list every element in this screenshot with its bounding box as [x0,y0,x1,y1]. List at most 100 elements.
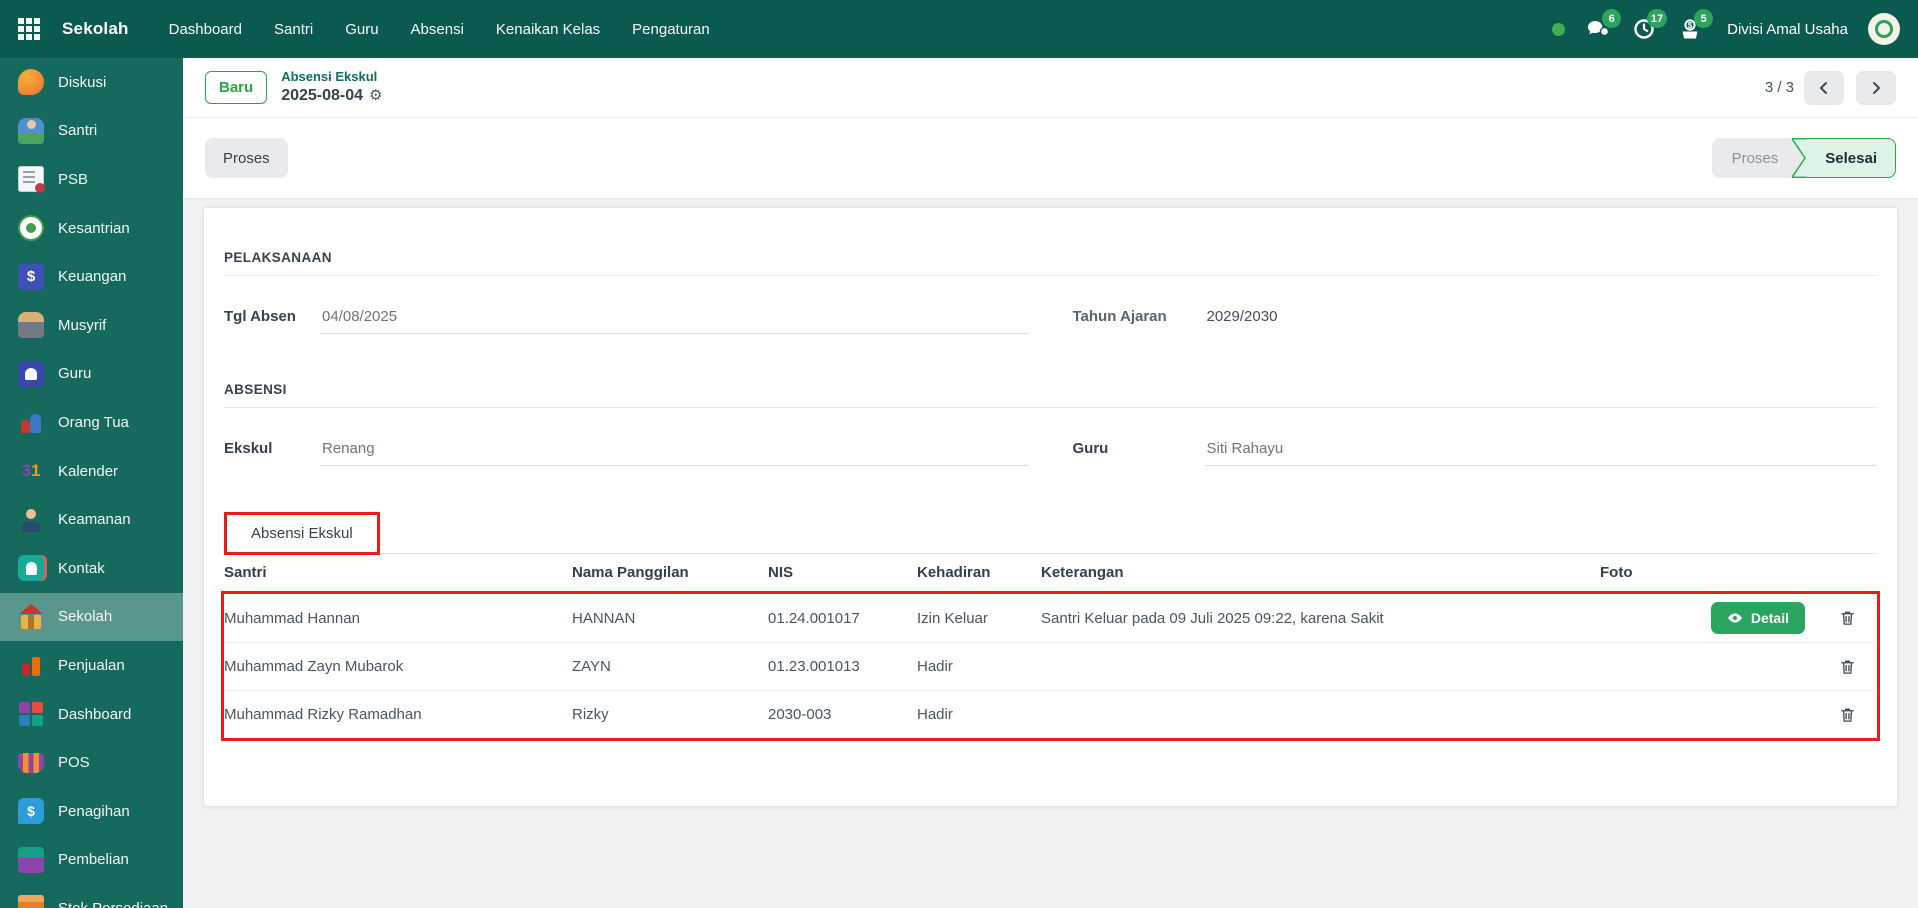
sidebar-item-label: PSB [58,171,88,188]
chat-icon [18,69,44,95]
pager-next-button[interactable] [1856,71,1896,105]
col-nama-panggilan[interactable]: Nama Panggilan [572,564,768,581]
sidebar-item-pos[interactable]: POS [0,738,183,787]
delete-row-button[interactable] [1827,609,1877,627]
ekskul-input[interactable]: Renang [320,438,1029,466]
sidebar-item-label: Keuangan [58,268,126,285]
breadcrumb-model[interactable]: Absensi Ekskul [281,69,382,85]
cell-santri: Muhammad Rizky Ramadhan [224,706,572,723]
menu-dashboard[interactable]: Dashboard [169,21,242,38]
proses-action-button[interactable]: Proses [205,138,288,178]
stage-proses[interactable]: Proses [1712,138,1793,178]
messages-badge: 6 [1602,9,1621,28]
trash-icon [1839,658,1856,676]
mentor-icon [18,312,44,338]
sidebar-item-label: Guru [58,365,91,382]
sidebar-item-orang-tua[interactable]: Orang Tua [0,398,183,447]
col-nis[interactable]: NIS [768,564,917,581]
table-header-row: Santri Nama Panggilan NIS Kehadiran Kete… [224,554,1877,591]
sidebar-item-sekolah[interactable]: Sekolah [0,593,183,642]
new-record-button[interactable]: Baru [205,71,267,104]
menu-guru[interactable]: Guru [345,21,378,38]
detail-button-label: Detail [1751,610,1789,626]
sidebar-item-label: Pembelian [58,851,129,868]
table-row[interactable]: Muhammad Zayn Mubarok ZAYN 01.23.001013 … [224,642,1877,690]
chevron-right-icon [1869,81,1883,95]
chevron-left-icon [1817,81,1831,95]
sidebar-item-keuangan[interactable]: Keuangan [0,252,183,301]
sidebar-item-stok-persediaan[interactable]: Stok Persediaan [0,884,183,908]
sidebar-item-label: Stok Persediaan [58,900,168,908]
sidebar-item-psb[interactable]: PSB [0,155,183,204]
sidebar-item-label: POS [58,754,90,771]
menu-pengaturan[interactable]: Pengaturan [632,21,710,38]
tab-absensi-ekskul[interactable]: Absensi Ekskul [227,515,377,552]
dashboard-tiles-icon [18,701,44,727]
col-santri[interactable]: Santri [224,564,572,581]
sidebar-item-label: Kalender [58,463,118,480]
col-keterangan[interactable]: Keterangan [1041,564,1600,581]
security-icon [18,507,44,533]
sidebar-item-kesantrian[interactable]: Kesantrian [0,204,183,253]
sidebar-item-diskusi[interactable]: Diskusi [0,58,183,107]
cell-kehadiran: Izin Keluar [917,610,1041,627]
cell-kehadiran: Hadir [917,706,1041,723]
sidebar-item-kalender[interactable]: Kalender [0,447,183,496]
form-sheet: PELAKSANAAN Tgl Absen 04/08/2025 Tahun A… [203,207,1898,807]
sidebar-item-label: Diskusi [58,74,106,91]
section-absensi: ABSENSI [224,382,1877,408]
sidebar-item-pembelian[interactable]: Pembelian [0,836,183,885]
apps-grid-icon[interactable] [18,18,40,40]
sidebar-item-label: Penjualan [58,657,125,674]
section-pelaksanaan: PELAKSANAAN [224,250,1877,276]
sidebar-item-label: Dashboard [58,706,131,723]
sidebar-item-dashboard[interactable]: Dashboard [0,690,183,739]
annotation-box-rows: Muhammad Hannan HANNAN 01.24.001017 Izin… [221,591,1880,741]
field-guru: Guru Siti Rahayu [1073,438,1878,466]
finance-icon [18,264,44,290]
school-icon [18,604,44,630]
online-status-dot [1552,23,1565,36]
activities-icon[interactable]: 17 [1631,17,1657,41]
sidebar-item-label: Santri [58,122,97,139]
menu-absensi[interactable]: Absensi [411,21,464,38]
col-kehadiran[interactable]: Kehadiran [917,564,1041,581]
guru-input[interactable]: Siti Rahayu [1205,438,1878,466]
sidebar-item-guru[interactable]: Guru [0,350,183,399]
notebook-tab-strip: Absensi Ekskul [224,512,1877,554]
messages-icon[interactable]: 6 [1585,17,1611,41]
menu-santri[interactable]: Santri [274,21,313,38]
trash-icon [1839,609,1856,627]
sidebar-item-label: Kontak [58,560,105,577]
sidebar-item-musyrif[interactable]: Musyrif [0,301,183,350]
table-row[interactable]: Muhammad Hannan HANNAN 01.24.001017 Izin… [224,594,1877,642]
table-row[interactable]: Muhammad Rizky Ramadhan Rizky 2030-003 H… [224,690,1877,738]
sidebar-item-penjualan[interactable]: Penjualan [0,641,183,690]
gear-icon[interactable] [369,86,382,106]
sidebar-item-penagihan[interactable]: Penagihan [0,787,183,836]
user-menu[interactable]: Divisi Amal Usaha [1727,21,1848,38]
menu-kenaikan-kelas[interactable]: Kenaikan Kelas [496,21,600,38]
delete-row-button[interactable] [1827,658,1877,676]
sheet-area: PELAKSANAAN Tgl Absen 04/08/2025 Tahun A… [183,199,1918,807]
app-brand[interactable]: Sekolah [62,19,129,39]
sidebar-item-label: Penagihan [58,803,130,820]
sidebar-item-santri[interactable]: Santri [0,107,183,156]
sidebar-item-kontak[interactable]: Kontak [0,544,183,593]
cell-keterangan: Santri Keluar pada 09 Juli 2025 09:22, k… [1041,610,1600,627]
stage-selesai-active[interactable]: Selesai [1807,138,1896,178]
cell-nis: 2030-003 [768,706,917,723]
tgl-absen-input[interactable]: 04/08/2025 [320,306,1029,334]
sales-icon[interactable]: $ 5 [1677,17,1703,41]
cell-kehadiran: Hadir [917,658,1041,675]
detail-button[interactable]: Detail [1711,602,1805,634]
sidebar-item-keamanan[interactable]: Keamanan [0,495,183,544]
avatar[interactable] [1868,13,1900,45]
delete-row-button[interactable] [1827,706,1877,724]
col-foto[interactable]: Foto [1600,564,1827,581]
sidebar-item-label: Kesantrian [58,220,130,237]
inventory-icon [18,895,44,908]
sales-chart-icon [18,652,44,678]
annotation-box-tab: Absensi Ekskul [224,512,380,555]
pager-previous-button[interactable] [1804,71,1844,105]
